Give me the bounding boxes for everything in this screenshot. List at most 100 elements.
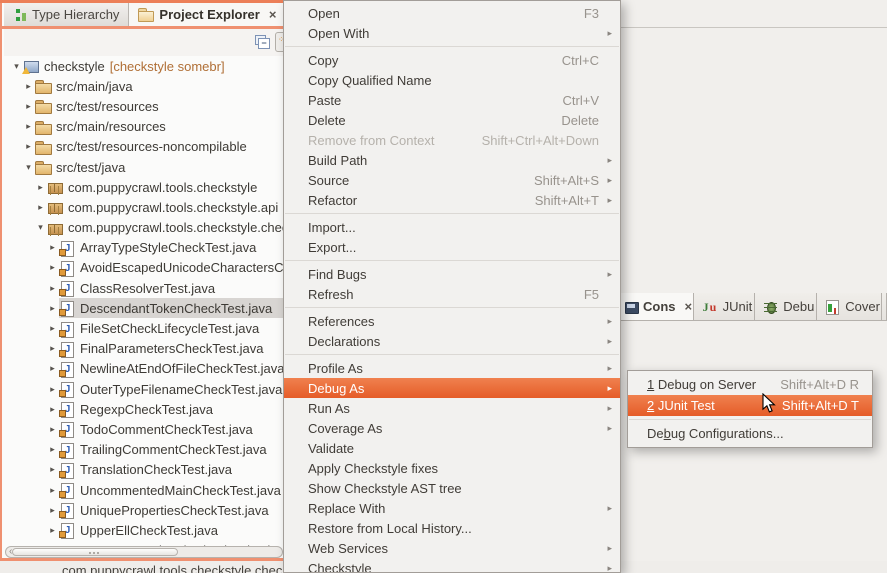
view-tab[interactable]: Type Hierarchy: [4, 3, 129, 26]
tree-row[interactable]: RegexpCheckTest.java: [4, 399, 285, 419]
menu-item[interactable]: Import...: [284, 217, 620, 237]
menu-item[interactable]: References: [284, 311, 620, 331]
tree-row[interactable]: OuterTypeFilenameCheckTest.java: [4, 379, 285, 399]
menu-item[interactable]: Copy Ctrl+C: [284, 50, 620, 70]
tree-row[interactable]: DescendantTokenCheckTest.java: [4, 298, 285, 318]
tree-row[interactable]: UpperEllCheckTest.java: [4, 520, 285, 540]
console-view-tab[interactable]: Debu: [755, 293, 817, 320]
tree-row[interactable]: src/test/resources-noncompilable: [4, 137, 285, 157]
menu-item[interactable]: Profile As: [284, 358, 620, 378]
tree-row[interactable]: ClassResolverTest.java: [4, 278, 285, 298]
menu-item[interactable]: Web Services: [284, 538, 620, 558]
submenu-item[interactable]: 1 Debug on Server Shift+Alt+D R: [628, 374, 872, 395]
expand-arrow-icon[interactable]: [46, 323, 59, 334]
horizontal-scrollbar[interactable]: [5, 546, 283, 558]
tree-row[interactable]: src/main/java: [4, 76, 285, 96]
tab-underline: [0, 26, 285, 29]
console-view-tab[interactable]: [882, 293, 887, 320]
tree-row[interactable]: UncommentedMainCheckTest.java: [4, 480, 285, 500]
expand-arrow-icon[interactable]: [34, 222, 47, 233]
tree-row[interactable]: com.puppycrawl.tools.checkstyle.check: [4, 218, 285, 238]
menu-item[interactable]: Source Shift+Alt+S: [284, 170, 620, 190]
menu-item[interactable]: Refresh F5: [284, 284, 620, 304]
menu-item[interactable]: Restore from Local History...: [284, 518, 620, 538]
project-icon: [23, 58, 39, 74]
expand-arrow-icon[interactable]: [22, 162, 35, 173]
java-file-icon: [59, 260, 75, 276]
expand-arrow-icon[interactable]: [22, 121, 35, 132]
expand-arrow-icon[interactable]: [34, 182, 47, 193]
submenu-arrow-icon: [599, 175, 612, 186]
menu-item[interactable]: Export...: [284, 237, 620, 257]
tree-row[interactable]: com.puppycrawl.tools.checkstyle: [4, 177, 285, 197]
close-icon[interactable]: ×: [269, 8, 277, 21]
java-file-icon: [59, 482, 75, 498]
expand-arrow-icon[interactable]: [46, 242, 59, 253]
menu-item[interactable]: Copy Qualified Name: [284, 70, 620, 90]
menu-item[interactable]: Show Checkstyle AST tree: [284, 478, 620, 498]
expand-arrow-icon[interactable]: [46, 404, 59, 415]
expand-arrow-icon[interactable]: [46, 464, 59, 475]
expand-arrow-icon[interactable]: [22, 81, 35, 92]
menu-item-label: Run As: [308, 401, 350, 416]
menu-item[interactable]: Open With: [284, 23, 620, 43]
menu-item[interactable]: Build Path: [284, 150, 620, 170]
expand-arrow-icon[interactable]: [46, 485, 59, 496]
tree-row[interactable]: FinalParametersCheckTest.java: [4, 339, 285, 359]
tree-row[interactable]: AvoidEscapedUnicodeCharactersChec: [4, 258, 285, 278]
tree-row[interactable]: FileSetCheckLifecycleTest.java: [4, 318, 285, 338]
tree-row[interactable]: src/test/resources: [4, 96, 285, 116]
expand-arrow-icon[interactable]: [46, 424, 59, 435]
expand-arrow-icon[interactable]: [46, 525, 59, 536]
menu-item[interactable]: Apply Checkstyle fixes: [284, 458, 620, 478]
expand-arrow-icon[interactable]: [46, 384, 59, 395]
expand-arrow-icon[interactable]: [46, 343, 59, 354]
menu-separator: [285, 354, 619, 355]
menu-item[interactable]: Checkstyle: [284, 558, 620, 573]
expand-arrow-icon[interactable]: [46, 283, 59, 294]
expand-arrow-icon[interactable]: [46, 363, 59, 374]
expand-arrow-icon[interactable]: [46, 303, 59, 314]
tree-row[interactable]: src/test/java: [4, 157, 285, 177]
collapse-all-icon[interactable]: [254, 34, 271, 51]
menu-item[interactable]: Delete Delete: [284, 110, 620, 130]
expand-arrow-icon[interactable]: [22, 141, 35, 152]
expand-arrow-icon[interactable]: [46, 444, 59, 455]
tree-row[interactable]: checkstyle [checkstyle somebr]: [4, 56, 285, 76]
menu-item[interactable]: Replace With: [284, 498, 620, 518]
view-tab[interactable]: Project Explorer ×: [129, 3, 286, 26]
menu-item[interactable]: Coverage As: [284, 418, 620, 438]
tree-row[interactable]: TodoCommentCheckTest.java: [4, 419, 285, 439]
menu-item[interactable]: Run As: [284, 398, 620, 418]
console-view-tab[interactable]: JUnit: [694, 293, 756, 320]
menu-item[interactable]: Paste Ctrl+V: [284, 90, 620, 110]
tree-row[interactable]: TrailingCommentCheckTest.java: [4, 440, 285, 460]
expand-arrow-icon[interactable]: [34, 202, 47, 213]
src-folder-icon: [35, 119, 51, 135]
tree-item-label: com.puppycrawl.tools.checkstyle.api: [68, 200, 278, 215]
console-view-tab[interactable]: Cover: [817, 293, 882, 320]
tree-row[interactable]: com.puppycrawl.tools.checkstyle.api: [4, 197, 285, 217]
expand-arrow-icon[interactable]: [22, 101, 35, 112]
menu-item[interactable]: Refactor Shift+Alt+T: [284, 190, 620, 210]
menu-item[interactable]: Remove from Context Shift+Ctrl+Alt+Down: [284, 130, 620, 150]
menu-item[interactable]: Declarations: [284, 331, 620, 351]
tree-row[interactable]: UniquePropertiesCheckTest.java: [4, 500, 285, 520]
console-tab-bar: Cons × JUnit Debu Cover: [621, 293, 887, 321]
console-view-tab[interactable]: Cons ×: [621, 293, 694, 320]
menu-item[interactable]: Validate: [284, 438, 620, 458]
tree-row[interactable]: TranslationCheckTest.java: [4, 460, 285, 480]
tree-row[interactable]: ArrayTypeStyleCheckTest.java: [4, 238, 285, 258]
menu-item[interactable]: Find Bugs: [284, 264, 620, 284]
java-file-icon: [59, 502, 75, 518]
menu-item[interactable]: Debug As: [284, 378, 620, 398]
submenu-item[interactable]: Debug Configurations...: [628, 423, 872, 444]
close-icon[interactable]: ×: [685, 300, 693, 313]
submenu-item[interactable]: 2 JUnit Test Shift+Alt+D T: [628, 395, 872, 416]
scrollbar-thumb[interactable]: [12, 548, 178, 556]
expand-arrow-icon[interactable]: [46, 505, 59, 516]
tree-row[interactable]: src/main/resources: [4, 117, 285, 137]
expand-arrow-icon[interactable]: [46, 262, 59, 273]
tree-row[interactable]: NewlineAtEndOfFileCheckTest.java: [4, 359, 285, 379]
menu-item[interactable]: Open F3: [284, 3, 620, 23]
